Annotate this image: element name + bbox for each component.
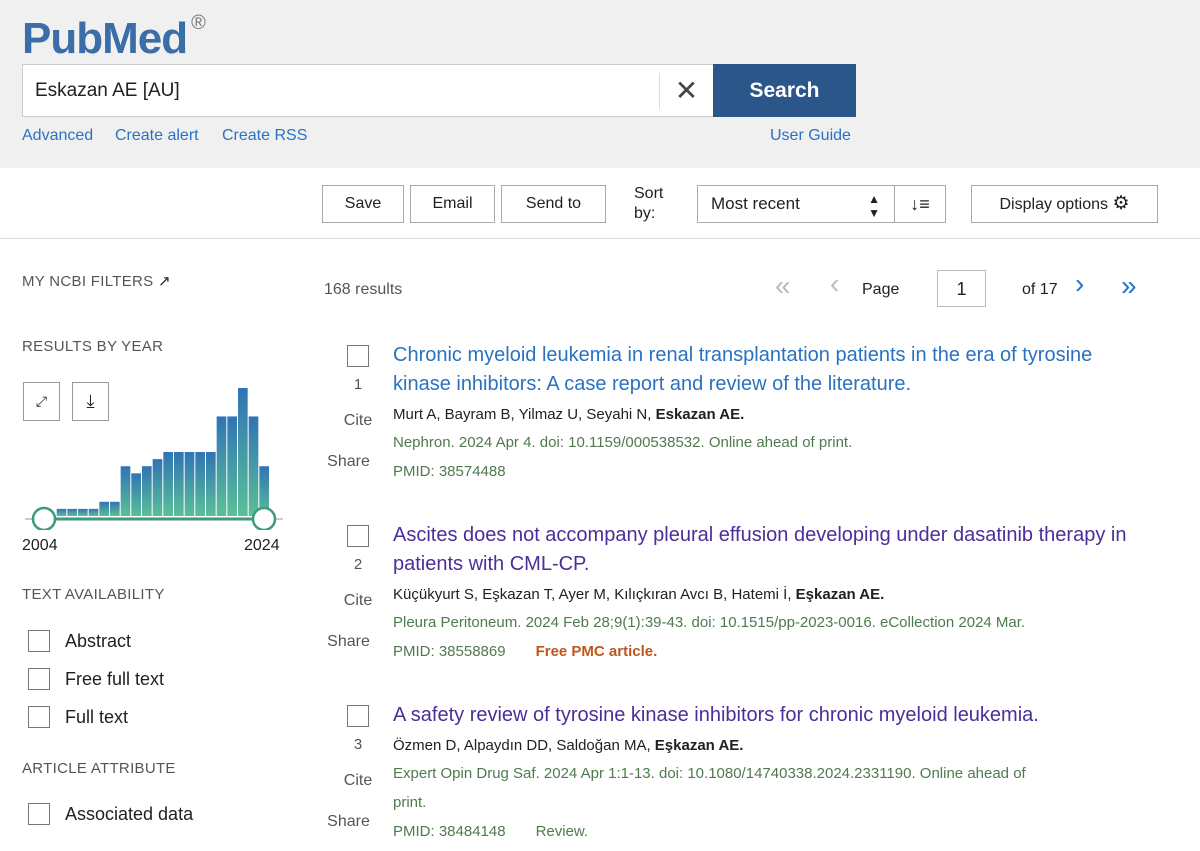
bar-2012[interactable] <box>131 473 141 516</box>
review-badge: Review. <box>535 823 589 840</box>
bar-2007[interactable] <box>78 508 88 516</box>
filter-full-text[interactable]: Full text <box>28 706 128 728</box>
advanced-link[interactable]: Advanced <box>22 127 93 145</box>
previous-page-icon[interactable]: ‹ <box>830 268 839 300</box>
bar-2015[interactable] <box>163 452 173 516</box>
filter-associated-data[interactable]: Associated data <box>28 803 193 825</box>
share-button[interactable]: Share <box>326 453 371 471</box>
slider-handle-start[interactable] <box>31 506 57 530</box>
my-ncbi-filters[interactable]: MY NCBI FILTERS ↗ <box>22 272 171 290</box>
email-button[interactable]: Email <box>410 185 495 223</box>
year-range-end: 2024 <box>244 537 280 554</box>
header: PubMed® ✕ Search Advanced Create alert C… <box>0 0 1200 168</box>
create-rss-link[interactable]: Create RSS <box>222 127 307 145</box>
checkbox[interactable] <box>28 668 50 690</box>
page-total: of 17 <box>1022 281 1058 298</box>
user-guide-link[interactable]: User Guide <box>770 127 851 145</box>
result-title-link[interactable]: A safety review of tyrosine kinase inhib… <box>393 701 1153 730</box>
result-checkbox[interactable] <box>347 345 369 367</box>
send-to-button[interactable]: Send to <box>501 185 606 223</box>
result-citation: Pleura Peritoneum. 2024 Feb 28;9(1):39-4… <box>393 614 1026 631</box>
bar-2009[interactable] <box>99 501 109 516</box>
bar-2018[interactable] <box>195 452 205 516</box>
result-number: 2 <box>353 556 363 573</box>
year-range-start: 2004 <box>22 537 58 554</box>
result-number: 1 <box>353 376 363 393</box>
page-input[interactable]: 1 <box>937 270 986 307</box>
bar-2010[interactable] <box>110 501 120 516</box>
bar-2017[interactable] <box>184 452 195 516</box>
toolbar: Save Email Send to Sort by: Most recent ▲ ▼… <box>0 168 1200 239</box>
checkbox[interactable] <box>28 706 50 728</box>
result-number: 3 <box>353 736 363 753</box>
result-pmid: PMID: 38558869 Free PMC article. <box>393 643 658 660</box>
search-button[interactable]: Search <box>713 64 856 117</box>
bar-2016[interactable] <box>174 452 184 516</box>
save-button[interactable]: Save <box>322 185 404 223</box>
sort-arrows-icon: ▲ ▼ <box>868 192 880 220</box>
next-page-icon[interactable]: › <box>1075 268 1084 300</box>
bar-2014[interactable] <box>152 459 163 516</box>
display-options-button[interactable]: Display options ⚙ <box>971 185 1158 223</box>
checkbox[interactable] <box>28 630 50 652</box>
text-availability-heading: TEXT AVAILABILITY <box>22 586 165 603</box>
bar-2005[interactable] <box>56 508 67 516</box>
create-alert-link[interactable]: Create alert <box>115 127 199 145</box>
slider-handle-end[interactable] <box>251 506 277 530</box>
checkbox[interactable] <box>28 803 50 825</box>
result-checkbox[interactable] <box>347 525 369 547</box>
sort-label: Sort by: <box>634 185 664 222</box>
first-page-icon[interactable]: « <box>775 270 791 302</box>
result-citation-cont: print. <box>393 794 427 811</box>
bar-2011[interactable] <box>120 466 131 516</box>
article-attribute-heading: ARTICLE ATTRIBUTE <box>22 760 176 777</box>
results-count: 168 results <box>324 281 403 298</box>
result-citation: Nephron. 2024 Apr 4. doi: 10.1159/000538… <box>393 434 853 451</box>
bar-2022[interactable] <box>238 388 248 516</box>
result-checkbox[interactable] <box>347 705 369 727</box>
cite-button[interactable]: Cite <box>340 772 376 790</box>
bar-2006[interactable] <box>67 508 77 516</box>
result-pmid: PMID: 38484148 Review. <box>393 823 589 840</box>
clear-icon[interactable]: ✕ <box>659 73 713 109</box>
filter-abstract[interactable]: Abstract <box>28 630 131 652</box>
year-histogram <box>25 388 283 530</box>
pubmed-logo[interactable]: PubMed ® <box>22 12 206 64</box>
sort-select[interactable]: Most recent ▲ ▼ <box>697 185 895 223</box>
share-button[interactable]: Share <box>326 633 371 651</box>
result-authors: Murt A, Bayram B, Yilmaz U, Seyahi N, Es… <box>393 406 745 423</box>
result-title-link[interactable]: Ascites does not accompany pleural effus… <box>393 521 1153 579</box>
result-authors: Küçükyurt S, Eşkazan T, Ayer M, Kılıçkır… <box>393 586 885 603</box>
bar-2013[interactable] <box>142 466 152 516</box>
cite-button[interactable]: Cite <box>340 412 376 430</box>
search-box: ✕ <box>22 64 714 117</box>
bar-2021[interactable] <box>227 416 237 516</box>
search-input[interactable] <box>23 65 653 116</box>
page-label: Page <box>862 281 900 298</box>
bar-2019[interactable] <box>206 452 216 516</box>
bar-2008[interactable] <box>88 508 99 516</box>
free-pmc-badge[interactable]: Free PMC article. <box>536 643 658 660</box>
last-page-icon[interactable]: » <box>1121 270 1137 302</box>
bar-2023[interactable] <box>248 416 259 516</box>
result-title-link[interactable]: Chronic myeloid leukemia in renal transp… <box>393 341 1153 399</box>
filter-free-full-text[interactable]: Free full text <box>28 668 164 690</box>
result-pmid: PMID: 38574488 <box>393 463 506 480</box>
sort-order-icon[interactable]: ↓≡ <box>894 185 946 223</box>
registered-mark: ® <box>191 12 206 35</box>
share-button[interactable]: Share <box>326 813 371 831</box>
logo-text: PubMed <box>22 14 188 63</box>
result-authors: Özmen D, Alpaydın DD, Saldoğan MA, Eşkaz… <box>393 737 744 754</box>
results-by-year-heading: RESULTS BY YEAR <box>22 338 164 355</box>
external-link-icon: ↗ <box>157 273 171 290</box>
result-citation: Expert Opin Drug Saf. 2024 Apr 1:1-13. d… <box>393 765 1026 782</box>
gear-icon: ⚙ <box>1112 193 1130 214</box>
bar-2020[interactable] <box>216 416 227 516</box>
cite-button[interactable]: Cite <box>340 592 376 610</box>
